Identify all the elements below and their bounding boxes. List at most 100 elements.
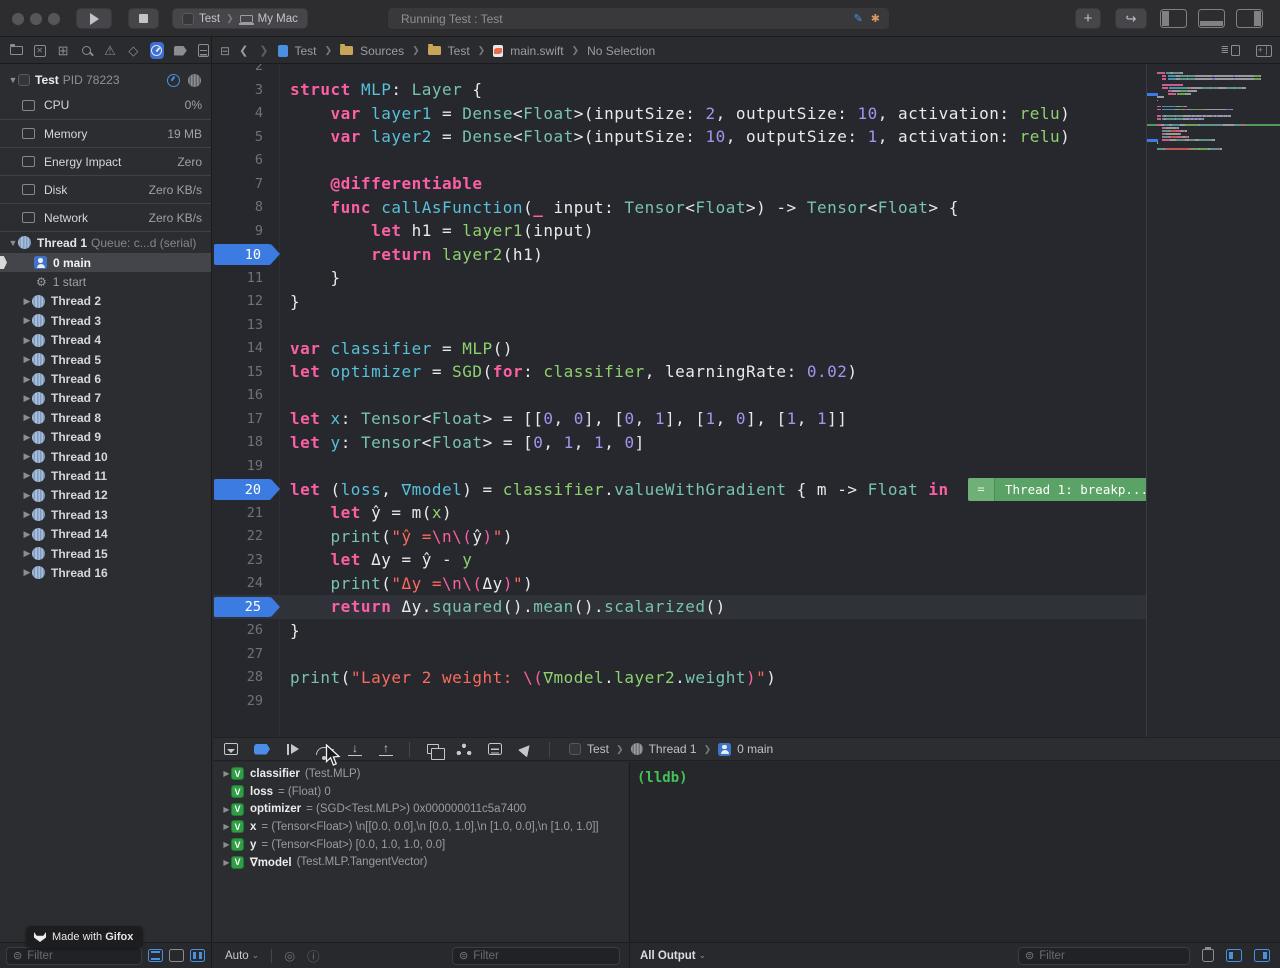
step-out-button[interactable]: ↑ xyxy=(378,742,394,757)
symbol-navigator-icon[interactable]: ⊞ xyxy=(56,42,70,59)
test-navigator-icon[interactable]: ◇ xyxy=(126,42,140,59)
thread-row-2[interactable]: ▶Thread 2 xyxy=(0,292,211,311)
show-crashed-threads-icon[interactable] xyxy=(169,949,184,962)
library-button[interactable]: + xyxy=(1075,8,1101,29)
console-filter-field[interactable]: ⊜ xyxy=(1018,947,1190,965)
thread-row-16[interactable]: ▶Thread 16 xyxy=(0,563,211,582)
variables-filter-field[interactable]: ⊜ xyxy=(452,947,620,965)
code-line-10[interactable]: 10 return layer2(h1) xyxy=(213,243,1147,267)
variable-row-optimizer[interactable]: ▶Voptimizer= (SGD<Test.MLP>) 0x000000011… xyxy=(213,800,628,818)
line-gutter[interactable]: 2 xyxy=(213,64,275,78)
variable-row-∇model[interactable]: ▶V∇model(Test.MLP.TangentVector) xyxy=(213,853,628,871)
environment-overrides-button[interactable] xyxy=(487,742,503,757)
run-button[interactable] xyxy=(76,8,112,29)
gauge-row-disk[interactable]: DiskZero KB/s xyxy=(0,175,211,203)
project-navigator-icon[interactable] xyxy=(9,42,23,59)
stack-frame-row-start[interactable]: ⚙ 1 start xyxy=(0,272,211,291)
location-circle-icon[interactable]: ◎ xyxy=(284,948,295,963)
stop-button[interactable] xyxy=(128,8,159,29)
line-gutter[interactable]: 17 xyxy=(213,407,275,431)
code-line-11[interactable]: 11 } xyxy=(213,266,1147,290)
disclosure-right-icon[interactable]: ▶ xyxy=(222,822,231,831)
minimize-window-button[interactable] xyxy=(30,13,42,25)
line-gutter[interactable]: 4 xyxy=(213,102,275,126)
view-process-by-queue-icon[interactable] xyxy=(190,949,205,962)
variable-row-x[interactable]: ▶Vx= (Tensor<Float>) \n[[0.0, 0.0],\n [0… xyxy=(213,818,628,836)
code-line-4[interactable]: 4 var layer1 = Dense<Float>(inputSize: 2… xyxy=(213,102,1147,126)
info-circle-icon[interactable]: ⓘ xyxy=(307,946,320,965)
disclosure-right-icon[interactable]: ▶ xyxy=(222,805,231,814)
dock-console-icon[interactable] xyxy=(1254,949,1270,962)
navigator-filter-field[interactable]: ⊜ xyxy=(6,947,142,965)
adjust-editor-options-icon[interactable]: ≣ xyxy=(1221,45,1240,56)
clear-console-icon[interactable] xyxy=(1202,949,1214,962)
thread-1-row[interactable]: ▼ Thread 1 Queue: c...d (serial) xyxy=(0,231,211,253)
code-line-21[interactable]: 21 let ŷ = m(x) xyxy=(213,501,1147,525)
line-gutter[interactable]: 9 xyxy=(213,219,275,243)
code-line-28[interactable]: 28print("Layer 2 weight: \(∇model.layer2… xyxy=(213,666,1147,690)
forward-button[interactable]: ❯ xyxy=(257,44,270,57)
line-gutter[interactable]: 15 xyxy=(213,360,275,384)
breadcrumb-target[interactable]: Test xyxy=(587,742,609,756)
breadcrumb-project[interactable]: Test xyxy=(295,44,317,58)
variable-row-loss[interactable]: Vloss= (Float) 0 xyxy=(213,783,628,801)
threads-view-icon[interactable] xyxy=(188,74,201,87)
line-gutter[interactable]: 11 xyxy=(213,266,275,290)
disclosure-right-icon[interactable]: ▶ xyxy=(222,858,231,867)
navigator-filter-input[interactable] xyxy=(27,950,135,962)
line-gutter[interactable]: 19 xyxy=(213,454,275,478)
thread-row-14[interactable]: ▶Thread 14 xyxy=(0,524,211,543)
code-line-25[interactable]: 25 return Δy.squared().mean().scalarized… xyxy=(213,595,1147,619)
code-line-3[interactable]: 3struct MLP: Layer { xyxy=(213,78,1147,102)
disclosure-right-icon[interactable]: ▶ xyxy=(222,840,231,849)
back-button[interactable]: ❮ xyxy=(237,44,250,57)
code-line-6[interactable]: 6 xyxy=(213,149,1147,173)
thread-row-9[interactable]: ▶Thread 9 xyxy=(0,428,211,447)
find-navigator-icon[interactable] xyxy=(79,42,93,59)
dock-variables-icon[interactable] xyxy=(1226,949,1242,962)
toggle-debug-area-button[interactable] xyxy=(1198,9,1225,28)
code-line-24[interactable]: 24 print("Δy =\n\(Δy)") xyxy=(213,572,1147,596)
zoom-window-button[interactable] xyxy=(48,13,60,25)
process-row[interactable]: ▼ Test PID 78223 xyxy=(0,69,211,91)
code-line-26[interactable]: 26} xyxy=(213,619,1147,643)
issue-navigator-icon[interactable]: ⚠ xyxy=(103,42,117,59)
code-line-8[interactable]: 8 func callAsFunction(_ input: Tensor<Fl… xyxy=(213,196,1147,220)
breakpoint-marker[interactable]: 25 xyxy=(214,597,271,618)
hide-debug-area-button[interactable] xyxy=(223,742,239,757)
thread-row-8[interactable]: ▶Thread 8 xyxy=(0,408,211,427)
line-gutter[interactable]: 23 xyxy=(213,548,275,572)
variables-filter-input[interactable] xyxy=(473,950,613,962)
breakpoint-marker[interactable]: 20 xyxy=(214,479,271,500)
code-line-17[interactable]: 17let x: Tensor<Float> = [[0, 0], [0, 1]… xyxy=(213,407,1147,431)
thread-row-4[interactable]: ▶Thread 4 xyxy=(0,331,211,350)
breadcrumb-file[interactable]: main.swift xyxy=(510,44,563,58)
line-gutter[interactable]: 20 xyxy=(213,478,275,502)
memory-graph-button[interactable] xyxy=(456,742,472,757)
line-gutter[interactable]: 18 xyxy=(213,431,275,455)
report-navigator-icon[interactable] xyxy=(197,42,211,59)
line-gutter[interactable]: 8 xyxy=(213,196,275,220)
stack-frame-row-main[interactable]: 0 main xyxy=(0,253,211,272)
breadcrumb-sources[interactable]: Sources xyxy=(360,44,404,58)
disclosure-down-icon[interactable]: ▼ xyxy=(8,75,18,85)
breakpoint-marker[interactable]: 10 xyxy=(214,244,271,265)
breadcrumb-selection[interactable]: No Selection xyxy=(587,44,655,58)
simulate-location-button[interactable] xyxy=(518,742,534,757)
code-line-19[interactable]: 19 xyxy=(213,454,1147,478)
source-editor[interactable]: 23struct MLP: Layer {4 var layer1 = Dens… xyxy=(213,64,1280,737)
line-gutter[interactable]: 26 xyxy=(213,619,275,643)
debug-view-hierarchy-button[interactable] xyxy=(425,742,441,757)
code-line-9[interactable]: 9 let h1 = layer1(input) xyxy=(213,219,1147,243)
minimap[interactable] xyxy=(1146,64,1280,737)
code-line-22[interactable]: 22 print("ŷ =\n\(ŷ)") xyxy=(213,525,1147,549)
line-gutter[interactable]: 21 xyxy=(213,501,275,525)
code-line-23[interactable]: 23 let Δy = ŷ - y xyxy=(213,548,1147,572)
line-gutter[interactable]: 24 xyxy=(213,572,275,596)
thread-row-3[interactable]: ▶Thread 3 xyxy=(0,311,211,330)
close-window-button[interactable] xyxy=(12,13,24,25)
line-gutter[interactable]: 13 xyxy=(213,313,275,337)
code-line-15[interactable]: 15let optimizer = SGD(for: classifier, l… xyxy=(213,360,1147,384)
console-filter-input[interactable] xyxy=(1039,950,1183,962)
show-running-blocks-icon[interactable] xyxy=(148,949,163,962)
